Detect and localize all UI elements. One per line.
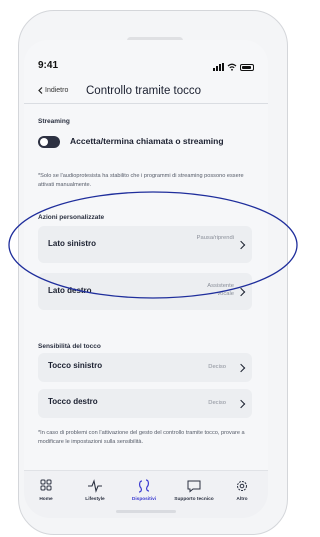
tab-support-label: Supporto tecnico (174, 497, 214, 502)
custom-actions-heading: Azioni personalizzate (38, 214, 105, 221)
chat-icon (187, 480, 201, 493)
left-side-action-card[interactable]: Lato sinistro Pausa/riprendi (38, 226, 252, 263)
activity-icon (88, 479, 102, 493)
phone-screen: 9:41 Indietro Controllo tramite tocco St… (24, 40, 268, 518)
streaming-toggle[interactable] (38, 136, 60, 148)
back-button[interactable]: Indietro (38, 87, 68, 94)
tab-more[interactable]: Altro (220, 479, 264, 502)
streaming-heading: Streaming (38, 118, 70, 125)
hearing-aids-icon (138, 479, 150, 493)
header-divider (24, 103, 268, 104)
status-time: 9:41 (38, 60, 59, 71)
chevron-left-icon (38, 87, 43, 94)
streaming-note: *Solo se l'audioprotesista ha stabilito … (38, 173, 244, 188)
tab-support[interactable]: Supporto tecnico (172, 479, 216, 502)
right-side-label: Lato destro (48, 286, 92, 295)
right-side-action-card[interactable]: Lato destro Assistente vocale (38, 273, 252, 310)
wifi-icon (227, 63, 237, 71)
chevron-right-icon (236, 287, 246, 297)
home-indicator (116, 510, 176, 513)
gear-icon (237, 481, 247, 491)
tab-lifestyle[interactable]: Lifestyle (73, 479, 117, 502)
sensitivity-note: *In caso di problemi con l'attivazione d… (38, 430, 245, 445)
chevron-right-icon (236, 399, 246, 409)
streaming-toggle-label: Accetta/termina chiamata o streaming (70, 136, 224, 146)
right-tap-value: Deciso (208, 400, 226, 406)
left-tap-label: Tocco sinistro (48, 361, 103, 370)
status-bar: 9:41 (38, 60, 254, 74)
left-tap-sensitivity-card[interactable]: Tocco sinistro Deciso (38, 353, 252, 382)
tab-home[interactable]: Home (24, 479, 68, 502)
streaming-toggle-row: Accetta/termina chiamata o streaming (38, 136, 258, 150)
tab-devices-label: Dispositivi (131, 497, 157, 502)
status-icons (213, 62, 254, 72)
grid-icon (40, 479, 52, 491)
tab-home-label: Home (39, 497, 53, 502)
battery-icon (240, 63, 254, 71)
right-tap-sensitivity-card[interactable]: Tocco destro Deciso (38, 389, 252, 418)
navigation-bar: Indietro Controllo tramite tocco (38, 84, 258, 102)
tab-more-label: Altro (236, 497, 248, 502)
tab-devices[interactable]: Dispositivi (122, 479, 166, 502)
right-side-value: Assistente vocale (207, 283, 234, 297)
right-tap-label: Tocco destro (48, 397, 98, 406)
app-screen: 9:41 Indietro Controllo tramite tocco St… (24, 40, 268, 518)
chevron-right-icon (236, 240, 246, 250)
tab-lifestyle-label: Lifestyle (85, 497, 105, 502)
page-title: Controllo tramite tocco (86, 85, 202, 97)
sensitivity-heading: Sensibilità del tocco (38, 343, 101, 350)
cellular-signal-icon (213, 63, 224, 71)
left-side-value: Pausa/riprendi (196, 235, 234, 241)
chevron-right-icon (236, 363, 246, 373)
left-side-label: Lato sinistro (48, 239, 97, 248)
back-label: Indietro (45, 87, 69, 94)
left-tap-value: Deciso (208, 364, 226, 370)
